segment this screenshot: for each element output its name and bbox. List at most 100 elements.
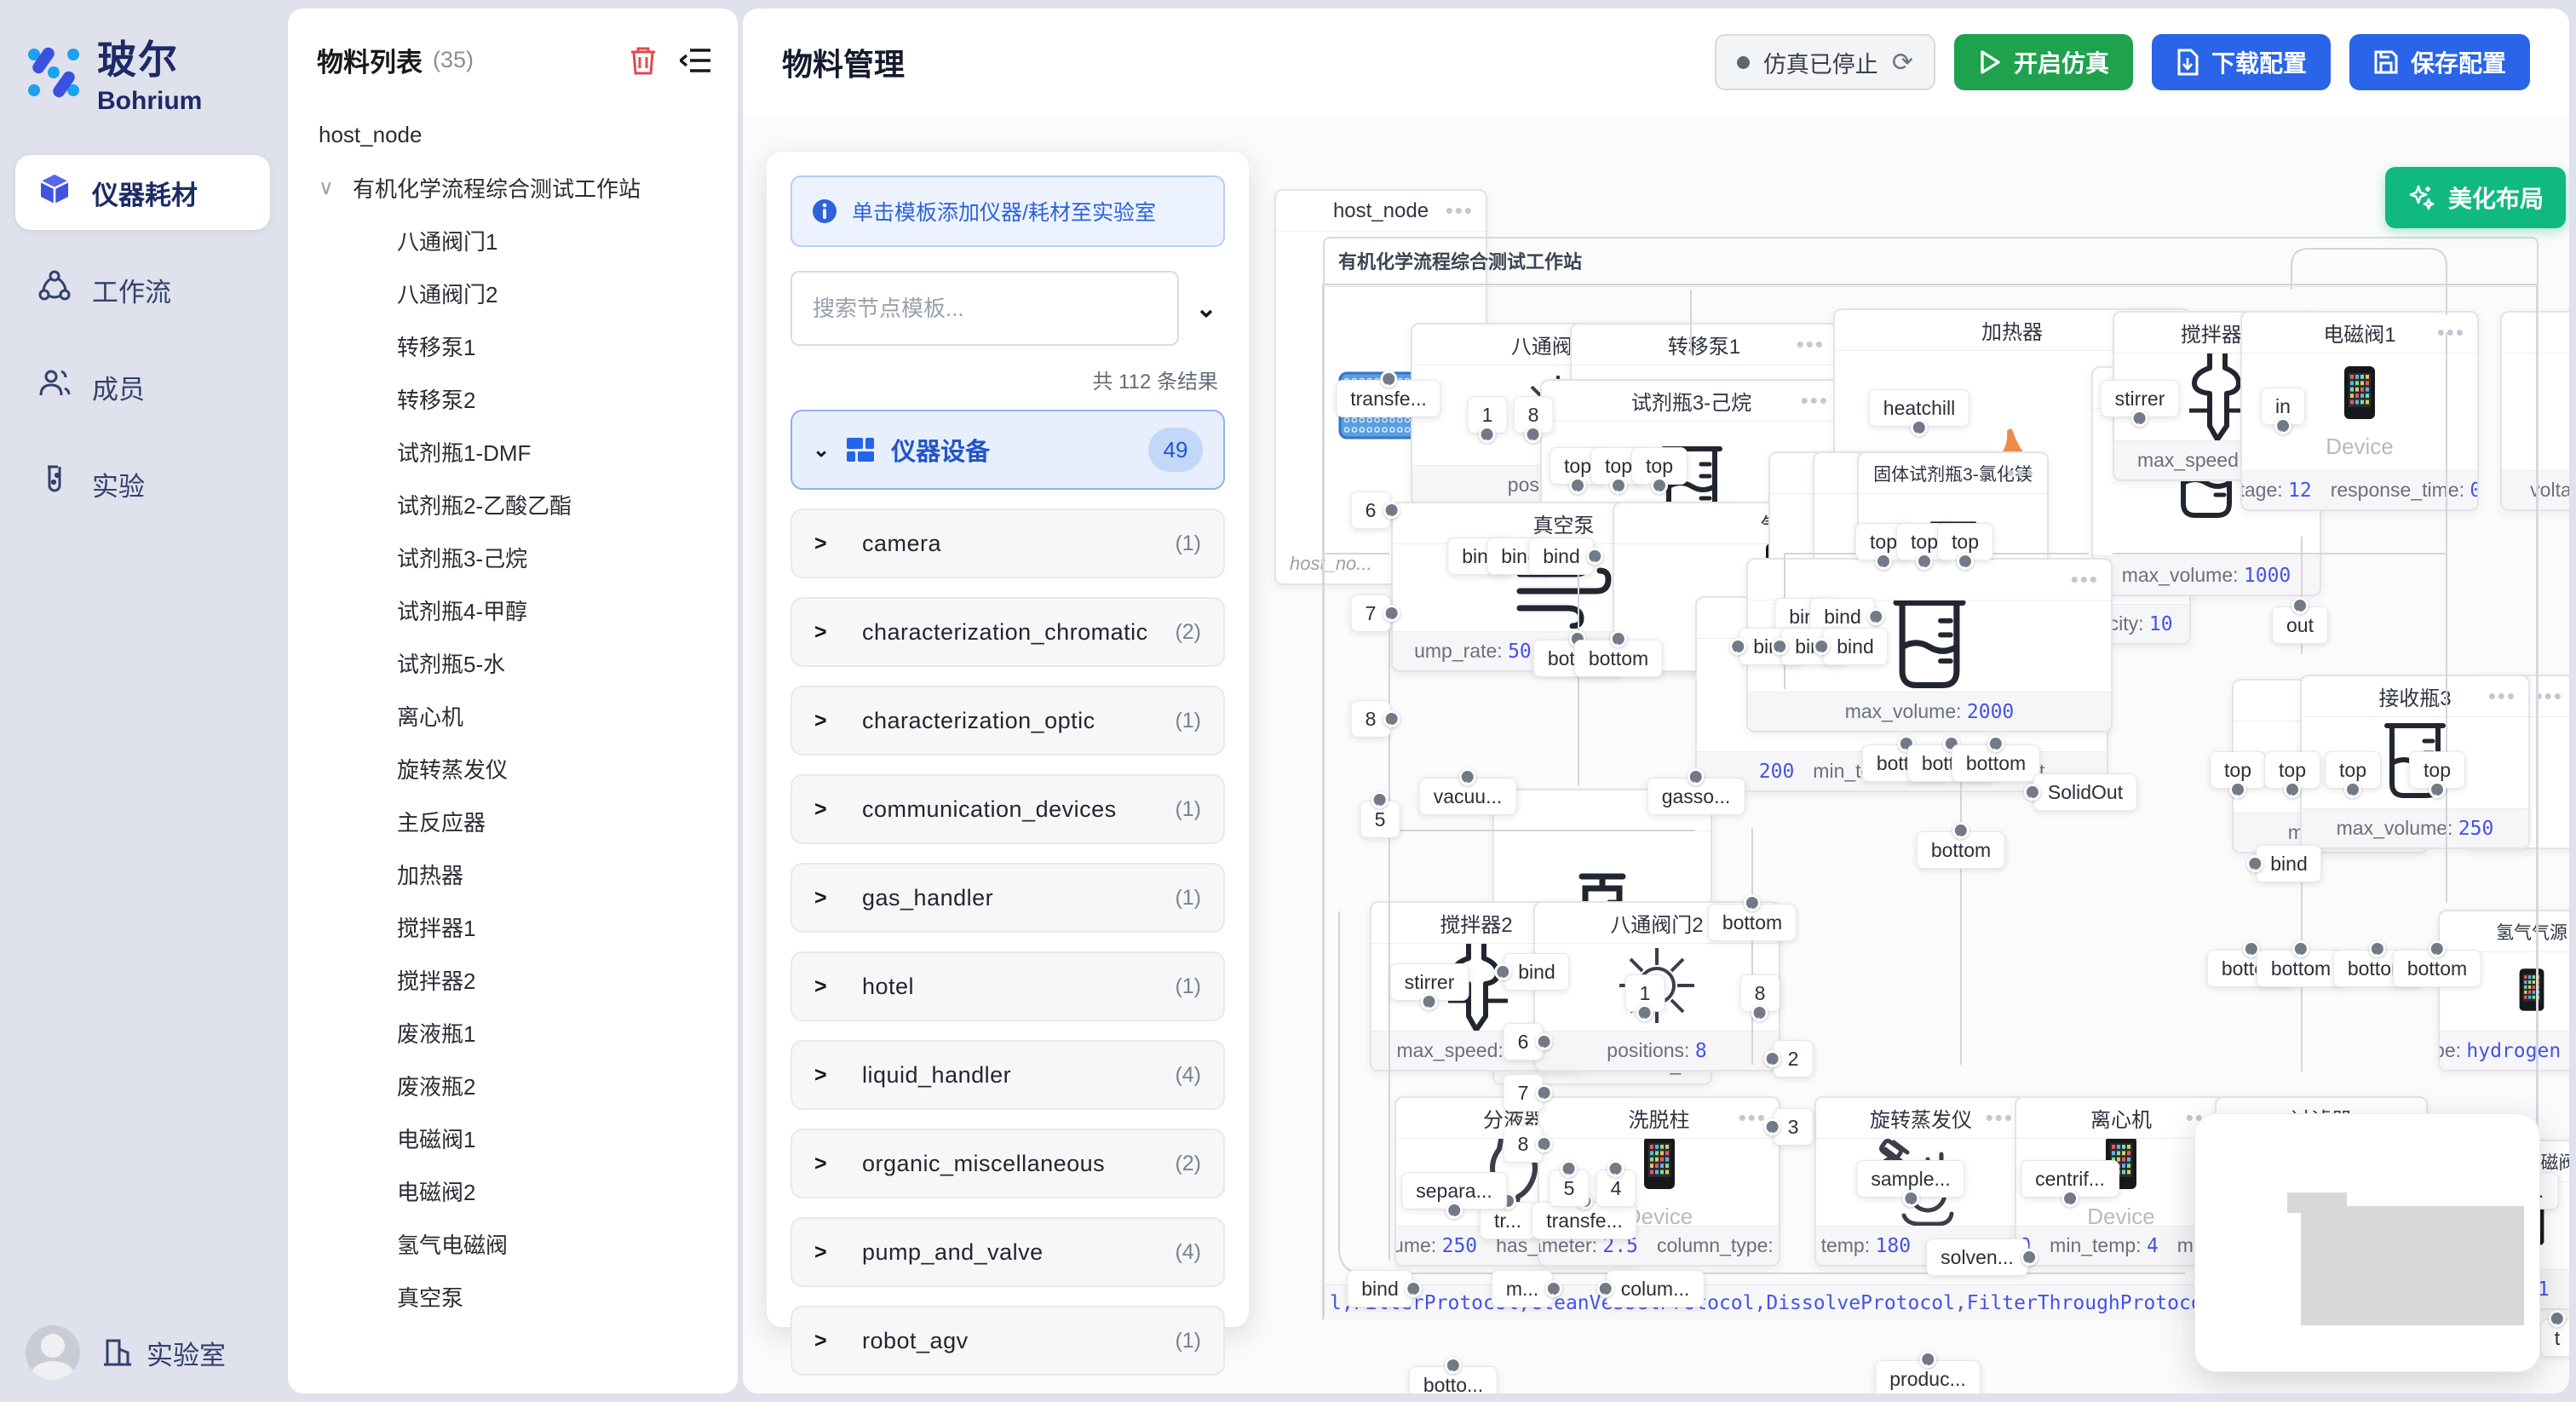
port-dot-icon[interactable]	[1764, 1050, 1781, 1067]
port-chip-centrif[interactable]: centrif...	[2021, 1160, 2119, 1198]
subcategory-liquid_handler[interactable]: > liquid_handler (4)	[791, 1040, 1225, 1110]
port-dot-icon[interactable]	[1813, 638, 1830, 655]
port-chip-top[interactable]: top	[2325, 751, 2381, 789]
tree-item[interactable]: 搅拌器2	[319, 953, 729, 1006]
port-chip-out[interactable]: out	[2272, 606, 2328, 644]
port-dot-icon[interactable]	[1446, 1202, 1463, 1219]
start-simulation-button[interactable]: 开启仿真	[1954, 34, 2133, 90]
tree-item[interactable]: 电磁阀2	[319, 1164, 729, 1217]
tree-item[interactable]: 八通阀门2	[319, 267, 729, 319]
tree-item[interactable]: 试剂瓶2-乙酸乙酯	[319, 478, 729, 531]
port-chip-bind[interactable]: bind	[1504, 953, 1569, 991]
subcategory-hotel[interactable]: > hotel (1)	[791, 951, 1225, 1021]
port-chip-top[interactable]: top	[1937, 523, 1993, 560]
tree-item[interactable]: host_node	[319, 108, 729, 161]
port-chip-bind[interactable]: bind	[1347, 1270, 1412, 1307]
port-chip-stirrer[interactable]: stirrer	[2101, 380, 2180, 417]
sidebar-item-1[interactable]: 工作流	[15, 252, 270, 327]
port-chip-top[interactable]: top	[2409, 751, 2465, 789]
port-dot-icon[interactable]	[1610, 630, 1627, 647]
port-chip-8[interactable]: 8	[1504, 1125, 1544, 1163]
subcategory-characterization_optic[interactable]: > characterization_optic (1)	[791, 686, 1225, 756]
port-chip-top[interactable]: top	[1631, 447, 1688, 485]
tree-item[interactable]: 离心机	[319, 689, 729, 742]
simulation-status[interactable]: 仿真已停止 ⟳	[1715, 34, 1935, 90]
port-chip-bottom[interactable]: bottom	[1708, 904, 1797, 941]
trash-icon[interactable]	[629, 45, 658, 76]
port-dot-icon[interactable]	[1875, 553, 1892, 570]
port-chip-top[interactable]: top	[2210, 751, 2266, 789]
beautify-layout-button[interactable]: 美化布局	[2385, 167, 2566, 228]
sidebar-item-lab[interactable]: 实验室	[102, 1334, 226, 1372]
port-dot-icon[interactable]	[2429, 781, 2446, 798]
template-search-input[interactable]	[791, 271, 1179, 346]
port-dot-icon[interactable]	[1729, 638, 1746, 655]
port-chip-2[interactable]: 2	[1774, 1040, 1814, 1077]
tree-item[interactable]: 试剂瓶1-DMF	[319, 425, 729, 478]
port-dot-icon[interactable]	[1383, 710, 1400, 727]
port-chip-7[interactable]: 7	[1504, 1074, 1544, 1112]
port-chip-bind[interactable]: bind	[1528, 537, 1594, 575]
port-dot-icon[interactable]	[2369, 940, 2386, 957]
port-dot-icon[interactable]	[2229, 781, 2246, 798]
port-chip-top[interactable]: top	[2264, 751, 2320, 789]
port-chip-bottom[interactable]: bottom	[2257, 950, 2345, 987]
port-dot-icon[interactable]	[1764, 1118, 1781, 1135]
subcategory-robot_agv[interactable]: > robot_agv (1)	[791, 1306, 1225, 1376]
port-dot-icon[interactable]	[1957, 553, 1974, 570]
port-chip-produc[interactable]: produc...	[1875, 1360, 1981, 1393]
chevron-down-icon[interactable]: ∨	[319, 175, 353, 200]
port-dot-icon[interactable]	[2429, 940, 2446, 957]
port-dot-icon[interactable]	[1561, 1160, 1578, 1177]
download-config-button[interactable]: 下载配置	[2152, 34, 2331, 90]
port-dot-icon[interactable]	[2021, 1249, 2038, 1266]
port-chip-m[interactable]: m...	[1492, 1270, 1553, 1307]
tree-item[interactable]: 电磁阀1	[319, 1112, 729, 1164]
port-dot-icon[interactable]	[1987, 735, 2004, 752]
subcategory-organic_miscellaneous[interactable]: > organic_miscellaneous (2)	[791, 1129, 1225, 1198]
port-chip-bottom[interactable]: bottom	[1952, 744, 2040, 782]
port-dot-icon[interactable]	[1597, 1280, 1614, 1297]
subcategory-gas_handler[interactable]: > gas_handler (1)	[791, 863, 1225, 933]
port-dot-icon[interactable]	[1607, 1160, 1624, 1177]
port-dot-icon[interactable]	[1535, 1084, 1552, 1101]
avatar[interactable]	[26, 1325, 80, 1380]
port-dot-icon[interactable]	[1916, 553, 1933, 570]
port-dot-icon[interactable]	[2024, 784, 2041, 801]
tree-item[interactable]: 废液瓶1	[319, 1006, 729, 1059]
port-dot-icon[interactable]	[1651, 477, 1668, 494]
tree-item[interactable]: 旋转蒸发仪	[319, 742, 729, 795]
minimap-panel[interactable]	[2194, 1113, 2540, 1372]
subcategory-pump_and_valve[interactable]: > pump_and_valve (4)	[791, 1217, 1225, 1287]
port-chip-8[interactable]: 8	[1514, 396, 1554, 434]
port-dot-icon[interactable]	[1919, 1351, 1936, 1368]
subcategory-communication_devices[interactable]: > communication_devices (1)	[791, 774, 1225, 844]
tree-item[interactable]: 加热器	[319, 848, 729, 900]
port-chip-t[interactable]: t	[2540, 1319, 2569, 1357]
port-dot-icon[interactable]	[1459, 768, 1476, 785]
port-dot-icon[interactable]	[2246, 855, 2263, 872]
port-chip-6[interactable]: 6	[1504, 1023, 1544, 1060]
collapse-list-icon[interactable]	[680, 46, 712, 75]
port-dot-icon[interactable]	[1445, 1357, 1462, 1374]
tree-item[interactable]: 试剂瓶3-己烷	[319, 531, 729, 583]
tree-item[interactable]: ∨有机化学流程综合测试工作站	[319, 161, 729, 214]
subcategory-camera[interactable]: > camera (1)	[791, 509, 1225, 578]
tree-item[interactable]: 氢气电磁阀	[319, 1217, 729, 1270]
port-chip-solven[interactable]: solven...	[1926, 1238, 2028, 1276]
port-chip-sample[interactable]: sample...	[1856, 1160, 1964, 1198]
port-chip-3[interactable]: 3	[1774, 1108, 1814, 1146]
port-dot-icon[interactable]	[1688, 768, 1705, 785]
port-chip-heatchill[interactable]: heatchill	[1869, 389, 1969, 427]
port-dot-icon[interactable]	[2549, 1310, 2566, 1327]
port-dot-icon[interactable]	[1771, 638, 1788, 655]
port-dot-icon[interactable]	[2274, 417, 2291, 434]
port-chip-4[interactable]: 4	[1596, 1169, 1636, 1207]
sidebar-item-2[interactable]: 成员	[15, 349, 270, 424]
port-dot-icon[interactable]	[1380, 371, 1397, 388]
port-chip-SolidOut[interactable]: SolidOut	[2033, 773, 2137, 811]
port-chip-colum[interactable]: colum...	[1607, 1270, 1705, 1307]
port-chip-transfe[interactable]: transfe...	[1532, 1202, 1636, 1239]
port-chip-bottom[interactable]: bottom	[1917, 831, 2005, 869]
port-dot-icon[interactable]	[1952, 822, 1969, 839]
